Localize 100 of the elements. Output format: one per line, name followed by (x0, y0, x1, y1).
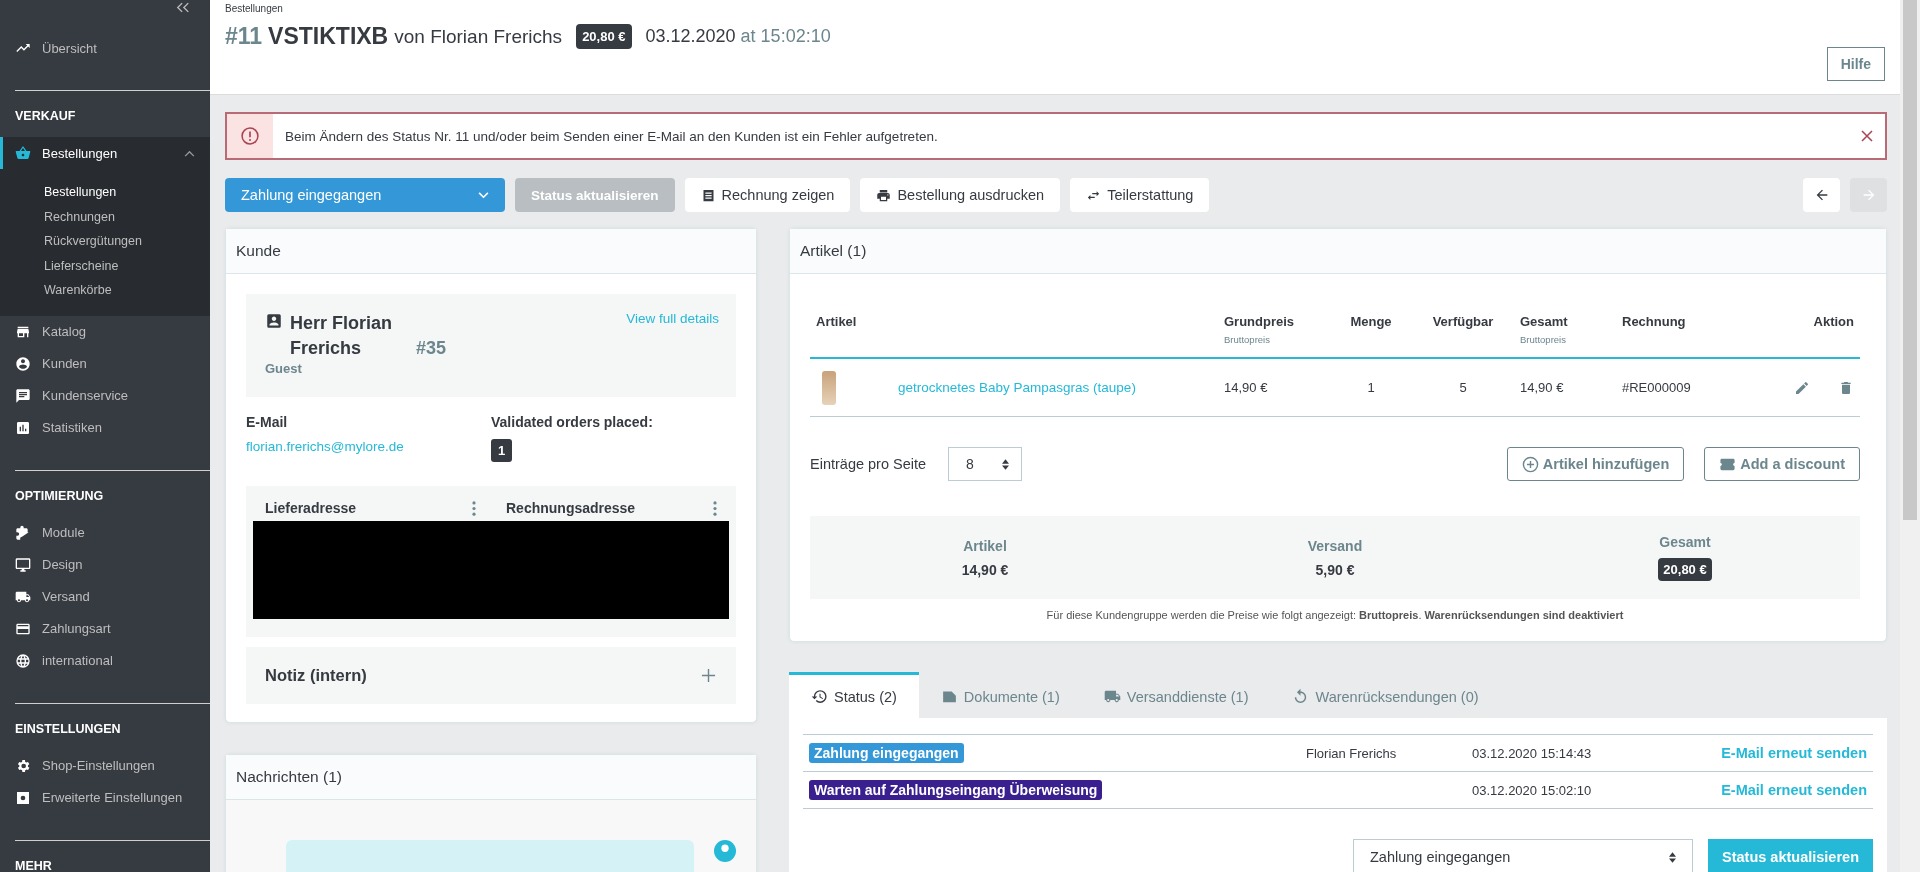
sidebar-item[interactable]: Katalog (0, 315, 210, 348)
add-article-button[interactable]: Artikel hinzufügen (1506, 447, 1685, 481)
column-header: Gesamt (1520, 314, 1569, 329)
sidebar-item[interactable]: Design (0, 548, 210, 581)
add-discount-button[interactable]: Add a discount (1704, 447, 1860, 481)
section-heading: OPTIMIERUNG (14, 487, 105, 505)
sort-arrows-icon (1669, 851, 1676, 863)
submenu-item[interactable]: Lieferscheine (0, 253, 210, 278)
column-header: Aktion (1812, 314, 1854, 329)
chevron-down-icon (478, 191, 489, 199)
delete-icon[interactable] (1838, 379, 1854, 396)
total-label: Versand (1307, 537, 1363, 554)
order-time: at 15:02:10 (740, 26, 831, 47)
double-chevron-icon[interactable] (176, 2, 190, 13)
order-number: #11 (225, 23, 263, 50)
submenu-item[interactable]: Rückvergütungen (0, 229, 210, 254)
card-title: Kunde (236, 242, 281, 260)
sidebar-item[interactable]: Erweiterte Einstellungen (0, 781, 210, 814)
status-select[interactable]: Zahlung eingegangen (1353, 839, 1693, 872)
sidebar-item[interactable]: Shop-Einstellungen (0, 749, 210, 782)
total-value: 14,90 € (961, 561, 1009, 578)
bar-chart-icon (15, 419, 31, 436)
table-cell: 14,90 € (1520, 380, 1564, 395)
more-vertical-icon[interactable] (713, 500, 717, 516)
more-vertical-icon[interactable] (472, 500, 476, 516)
order-date: 03.12.2020 (645, 26, 736, 47)
close-icon[interactable] (1861, 130, 1873, 142)
toolbar-button[interactable]: Teilerstattung (1070, 178, 1210, 212)
error-icon (240, 126, 260, 146)
chat-icon (15, 387, 31, 404)
column-header: Grundpreis (1224, 314, 1296, 329)
total-value: 5,90 € (1315, 561, 1355, 578)
total-label: Gesamt (1659, 534, 1711, 550)
tab[interactable]: Status (2) (789, 672, 919, 718)
section-heading: EINSTELLUNGEN (14, 720, 122, 738)
total-badge: 20,80 € (576, 24, 632, 49)
toolbar-button[interactable]: Bestellung ausdrucken (860, 178, 1061, 212)
sidebar-item[interactable]: Versand (0, 580, 210, 613)
column-subheader: Bruttopreis (1520, 334, 1567, 345)
sidebar-item[interactable]: Zahlungsart (0, 612, 210, 645)
product-photo-placeholder (822, 370, 836, 405)
column-header: Rechnung (1622, 314, 1687, 329)
tab[interactable]: Warenrücksendungen (0) (1270, 672, 1501, 718)
table-cell: 5 (1459, 380, 1467, 395)
submenu-item[interactable]: Rechnungen (0, 204, 210, 229)
sidebar-item[interactable]: Kundenservice (0, 379, 210, 412)
settings-box-icon (15, 789, 31, 806)
submenu-item[interactable]: Warenkörbe (0, 278, 210, 303)
scrollbar[interactable] (1900, 0, 1920, 872)
history-icon (811, 688, 828, 705)
previous-button[interactable] (1803, 178, 1840, 212)
submenu-item[interactable]: Bestellungen (0, 180, 210, 205)
shipping-address-label: Lieferadresse (265, 500, 357, 516)
status-badge: Zahlung eingegangen (809, 743, 964, 763)
person-icon (15, 355, 31, 372)
table-cell: 14,90 € (1224, 380, 1268, 395)
status-date: 03.12.2020 15:02:10 (1472, 782, 1592, 798)
edit-icon[interactable] (1794, 379, 1810, 396)
puzzle-icon (15, 524, 31, 541)
sidebar-item[interactable]: Module (0, 516, 210, 549)
error-message: Beim Ändern des Status Nr. 11 und/oder beim Senden einer E-Mail an den Kunden ist ein Fehler aufgetreten. (285, 128, 938, 144)
total-badge: 20,80 € (1658, 558, 1712, 581)
total-label: Artikel (963, 537, 1007, 554)
customer-name: Herr Florian Frerichs (290, 312, 394, 360)
sidebar-item[interactable]: Bestellungen (0, 137, 210, 169)
basket-icon (15, 145, 31, 161)
plus-circle-icon (1521, 455, 1539, 473)
sidebar-item[interactable]: Kunden (0, 347, 210, 380)
plus-icon[interactable] (701, 668, 716, 683)
note-title: Notiz (intern) (265, 666, 367, 685)
help-button[interactable]: Hilfe (1826, 47, 1885, 81)
table-cell: #RE000009 (1622, 380, 1691, 395)
table-cell: 1 (1367, 380, 1375, 395)
card-title: Nachrichten (1) (236, 768, 342, 786)
status-badge: Warten auf Zahlungseingang Überweisung (809, 780, 1103, 800)
price-note: Für diese Kundengruppe werden die Preise wie folgt angezeigt: Bruttopreis. Warenrücksendungen sind deaktiviert (1045, 609, 1625, 621)
globe-icon (15, 652, 31, 669)
per-page-label: Einträge pro Seite (810, 456, 927, 472)
orders-count-badge: 1 (491, 439, 513, 462)
scrollbar-thumb[interactable] (1903, 0, 1917, 520)
sidebar-item[interactable]: international (0, 644, 210, 677)
column-header: Verfügbar (1431, 314, 1495, 329)
sidebar-item[interactable]: Statistiken (0, 411, 210, 444)
billing-address-label: Rechnungsadresse (506, 500, 636, 516)
employee-name: Florian Frerichs (1306, 745, 1397, 761)
truck-icon (1103, 688, 1121, 705)
settings-icon (15, 757, 31, 774)
contact-card-icon (265, 312, 283, 330)
order-customer: von Florian Frerichs (394, 25, 563, 48)
orders-label: Validated orders placed: (491, 414, 653, 430)
tab[interactable]: Dokumente (1) (918, 672, 1082, 718)
order-reference: VSTIKTIXB (268, 23, 389, 50)
tab[interactable]: Versanddienste (1) (1081, 672, 1271, 718)
toolbar-button[interactable]: Rechnung zeigen (684, 178, 851, 212)
card-title: Artikel (1) (800, 242, 867, 260)
avatar-icon (714, 840, 736, 862)
breadcrumb-link[interactable]: Bestellungen (225, 3, 283, 14)
column-header: Menge (1349, 314, 1393, 329)
sidebar-item[interactable]: Übersicht (0, 32, 210, 64)
per-page-select[interactable]: 8 (948, 447, 1023, 481)
